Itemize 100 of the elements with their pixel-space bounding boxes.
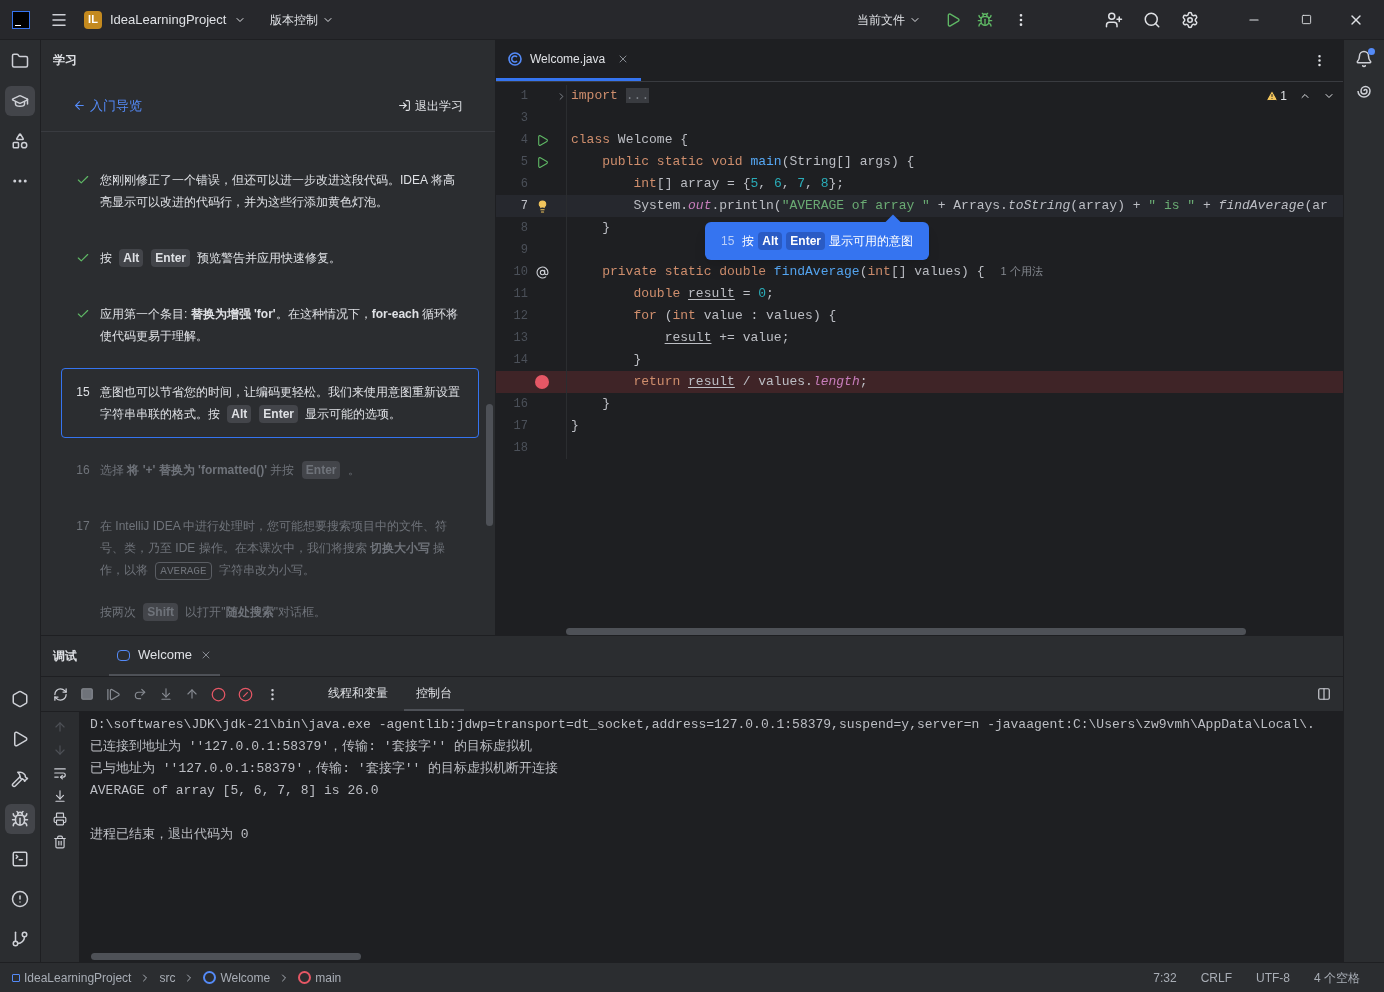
file-tab[interactable]: Welcome.java [496,40,642,81]
step-into-icon[interactable] [159,687,173,701]
add-user-icon[interactable] [1105,10,1123,29]
code-token: , [758,176,768,192]
check-icon [76,307,90,321]
code-token: (String[] args) { [781,154,915,170]
run-icon[interactable] [535,133,549,147]
code-token: , [805,176,814,192]
module-icon [12,973,20,982]
breadcrumb[interactable]: Welcome [203,968,271,987]
at-sign-icon[interactable] [535,265,549,279]
run-config-menu[interactable]: 当前文件 [857,10,921,29]
step-number: 15 [76,384,90,401]
step-over-icon[interactable] [133,687,147,701]
warning-icon [1266,90,1279,102]
code-token: 7 [797,176,806,192]
search-icon[interactable] [1143,10,1161,29]
project-menu[interactable]: IL IdeaLearningProject [84,9,247,30]
vcs-menu[interactable]: 版本控制 [270,10,335,29]
class-icon [508,52,522,66]
trash-icon[interactable] [53,835,67,849]
class-icon [203,971,217,984]
console-line: 已与地址为 ''127.0.0.1:58379'，传输: '套接字'' 的目标虚拟机断开连接 [90,760,560,778]
caret-position[interactable]: 7:32 [1153,968,1177,987]
code-token: ; [766,286,774,302]
step-text: 在 IntelliJ IDEA 中进行处理时，您可能想要搜索项目中的文件、符号、类，乃至 IDE 操作。在本课次中，我们将搜索 切换大小写 操作，以将 AVERAGE 字符串改为小写。 [100,515,466,581]
graduation-cap-icon[interactable] [5,86,35,116]
notifications-icon[interactable] [1355,50,1373,68]
code-token: , [781,176,791,192]
code-token: " is " [1148,198,1196,214]
code-token: double [633,286,682,302]
resume-icon[interactable] [106,686,121,702]
code-token: int [633,176,657,192]
code-token: findAverage [773,264,860,280]
code-token: 8 [820,176,829,192]
usage-hint: 1 个用法 [1000,265,1043,278]
code-token: [] values) { [890,264,985,280]
maximize-icon[interactable] [1301,14,1312,25]
exit-lesson-button[interactable]: 退出学习 [398,96,463,115]
console-line: AVERAGE of array [5, 6, 7, 8] is 26.0 [90,782,380,800]
key-label: Alt [119,249,144,267]
key-label: Enter [259,405,299,423]
step-number: 17 [76,518,90,535]
wrap-icon[interactable] [53,766,67,780]
settings-icon[interactable] [1181,10,1199,29]
indent-setting[interactable]: 4 个空格 [1314,968,1360,987]
rerun-icon[interactable] [53,686,68,702]
breadcrumb[interactable]: src [159,968,176,987]
code-token: (array) + [1070,198,1142,214]
code-token: toString [1007,198,1071,214]
check-icon [76,251,90,265]
code-token: return [633,374,682,390]
stop-icon[interactable] [80,687,94,701]
console-line: 已连接到地址为 ''127.0.0.1:58379'，传输: '套接字'' 的目标虚拟机 [90,738,534,756]
console-line: 进程已结束，退出代码为 0 [90,826,250,844]
console-icon [117,649,130,661]
horizontal-scrollbar[interactable] [566,628,1246,635]
back-link[interactable]: 入门导览 [73,95,142,116]
code-token: findAverage [1218,198,1305,214]
key-label: Enter [786,232,826,250]
code-token: + [1203,198,1212,214]
app-logo-icon [12,10,30,29]
bug-icon[interactable] [5,804,35,834]
exit-icon [398,99,411,112]
breadcrumb[interactable]: main [298,968,342,987]
run-icon[interactable] [535,155,549,169]
mute-breakpoints-icon[interactable] [238,686,253,702]
breadcrumb[interactable]: IdeaLearningProject [12,968,132,987]
warning-count[interactable]: 1 [1266,87,1287,105]
code-token: (ar [1304,198,1328,214]
horizontal-scrollbar[interactable] [91,953,361,960]
code-token: out [688,198,712,214]
code-token: [] array = { [656,176,751,192]
panel-title: 学习 [53,52,77,69]
file-encoding[interactable]: UTF-8 [1256,968,1290,987]
code-token: } [602,396,611,412]
code-token: ... [625,88,650,104]
view-tab[interactable]: 线程和变量 [316,677,400,711]
code-token: length [812,374,860,390]
scroll-end-icon[interactable] [53,789,67,803]
code-token: 0 [758,286,767,302]
layout-icon[interactable] [1317,687,1331,701]
step-out-icon[interactable] [185,687,199,701]
code-token: } [633,352,642,368]
session-tab[interactable]: Welcome [109,636,220,676]
code-token: import [571,88,618,104]
code-token: + Arrays. [937,198,1008,214]
breakpoints-icon[interactable] [211,686,226,702]
scrollbar[interactable] [486,404,493,526]
print-icon[interactable] [53,812,67,826]
code-token: }; [828,176,845,192]
code-token: result [688,374,735,390]
line-number: 7 [520,198,528,215]
project-badge: IL [84,10,102,29]
line-ending[interactable]: CRLF [1200,968,1232,987]
bug-icon[interactable] [977,11,993,28]
code-token: / values. [742,374,813,390]
code-token: ; [859,374,868,390]
code-token: int [867,264,891,280]
run-icon[interactable] [945,11,961,28]
